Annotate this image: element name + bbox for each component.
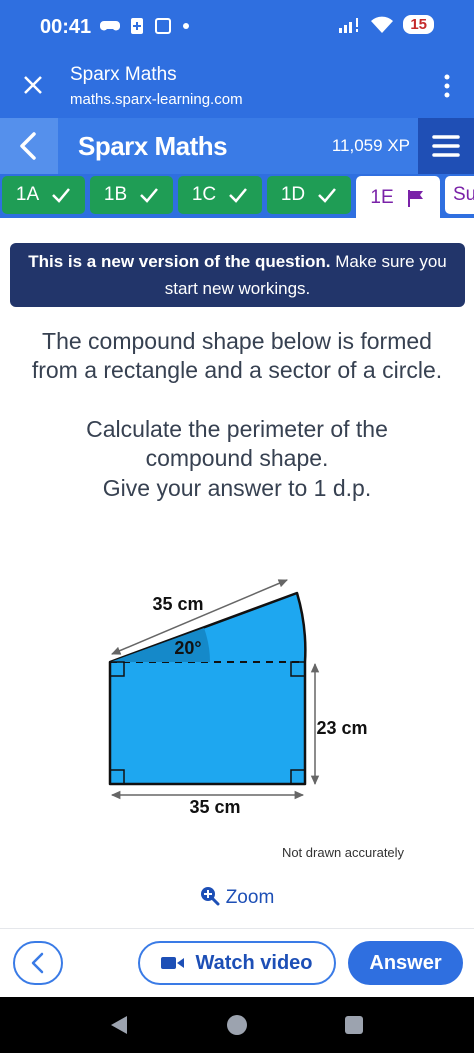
wifi-icon xyxy=(371,16,394,33)
clock: 00:41 xyxy=(40,16,92,38)
video-camera-icon xyxy=(161,957,185,969)
zoom-in-icon xyxy=(200,887,220,906)
dot-icon xyxy=(183,23,189,29)
tab-label: 1B xyxy=(103,184,128,205)
tab-1d[interactable]: 1D xyxy=(267,176,351,214)
hamburger-icon xyxy=(432,135,460,157)
compound-shape xyxy=(108,591,307,786)
tab-1c[interactable]: 1C xyxy=(178,176,262,214)
tab-summary[interactable]: Su xyxy=(445,176,474,214)
answer-label: Answer xyxy=(369,951,442,974)
zoom-button[interactable]: Zoom xyxy=(0,886,474,909)
tab-label: Su xyxy=(453,184,474,205)
nav-recents-icon[interactable] xyxy=(344,1015,364,1035)
watch-video-button[interactable]: Watch video xyxy=(138,941,336,985)
status-bar: 00:41 15 xyxy=(0,0,474,56)
close-icon[interactable] xyxy=(18,70,48,100)
check-icon xyxy=(229,188,248,203)
chevron-left-icon xyxy=(31,952,44,974)
check-icon xyxy=(318,188,337,203)
answer-button[interactable]: Answer xyxy=(348,941,463,985)
gamepad-icon xyxy=(100,21,120,31)
question-line-1: The compound shape below is formed xyxy=(42,328,432,354)
question-line-4: compound shape. xyxy=(145,445,329,471)
angle-label: 20° xyxy=(174,638,201,658)
watch-video-label: Watch video xyxy=(195,951,313,974)
radius-label: 35 cm xyxy=(152,594,203,614)
app-header: Sparx Maths 11,059 XP xyxy=(0,118,474,174)
tab-1a[interactable]: 1A xyxy=(2,176,85,214)
notice-bold: This is a new version of the question. xyxy=(28,252,331,271)
tab-label: 1C xyxy=(191,184,217,205)
tab-label: 1A xyxy=(15,184,40,205)
browser-bar: Sparx Maths maths.sparx-learning.com xyxy=(0,56,474,118)
new-version-notice: This is a new version of the question. M… xyxy=(10,243,465,307)
tab-label: 1E xyxy=(370,187,394,208)
bottom-action-bar: Watch video Answer xyxy=(0,928,474,996)
system-icons: 15 xyxy=(339,15,434,34)
back-button[interactable] xyxy=(0,118,58,174)
medical-icon xyxy=(131,18,143,34)
tab-1e[interactable]: 1E xyxy=(356,176,440,220)
battery-level: 15 xyxy=(403,15,434,34)
system-navigation-bar xyxy=(0,997,474,1053)
check-icon xyxy=(52,188,71,203)
height-label: 23 cm xyxy=(316,718,367,738)
signal-icon xyxy=(339,17,359,33)
task-tabs: 1A 1B 1C 1D 1E Su xyxy=(0,174,474,220)
screen-icon xyxy=(155,18,171,34)
nav-home-icon[interactable] xyxy=(225,1013,249,1037)
tab-label: 1D xyxy=(280,184,306,205)
not-accurate-note: Not drawn accurately xyxy=(282,845,405,860)
more-options-icon[interactable] xyxy=(444,74,450,98)
compound-shape-diagram: 35 cm 20° 23 cm 35 cm Not drawn accurate… xyxy=(108,579,405,860)
chevron-left-icon xyxy=(20,132,36,160)
previous-button[interactable] xyxy=(13,941,63,985)
browser-url: maths.sparx-learning.com xyxy=(70,91,243,108)
app-title: Sparx Maths xyxy=(78,131,228,161)
question-line-2: from a rectangle and a sector of a circl… xyxy=(31,357,443,383)
browser-title: Sparx Maths xyxy=(70,64,177,85)
question-line-5: Give your answer to 1 d.p. xyxy=(102,475,372,501)
width-label: 35 cm xyxy=(189,797,240,817)
xp-counter: 11,059 XP xyxy=(331,136,410,155)
zoom-label: Zoom xyxy=(225,887,275,908)
check-icon xyxy=(140,188,159,203)
question-line-3: Calculate the perimeter of the xyxy=(86,416,388,442)
flag-icon xyxy=(407,190,423,207)
notification-icons xyxy=(100,17,190,35)
nav-back-icon[interactable] xyxy=(107,1013,131,1037)
tab-1b[interactable]: 1B xyxy=(90,176,173,214)
menu-button[interactable] xyxy=(418,118,474,174)
